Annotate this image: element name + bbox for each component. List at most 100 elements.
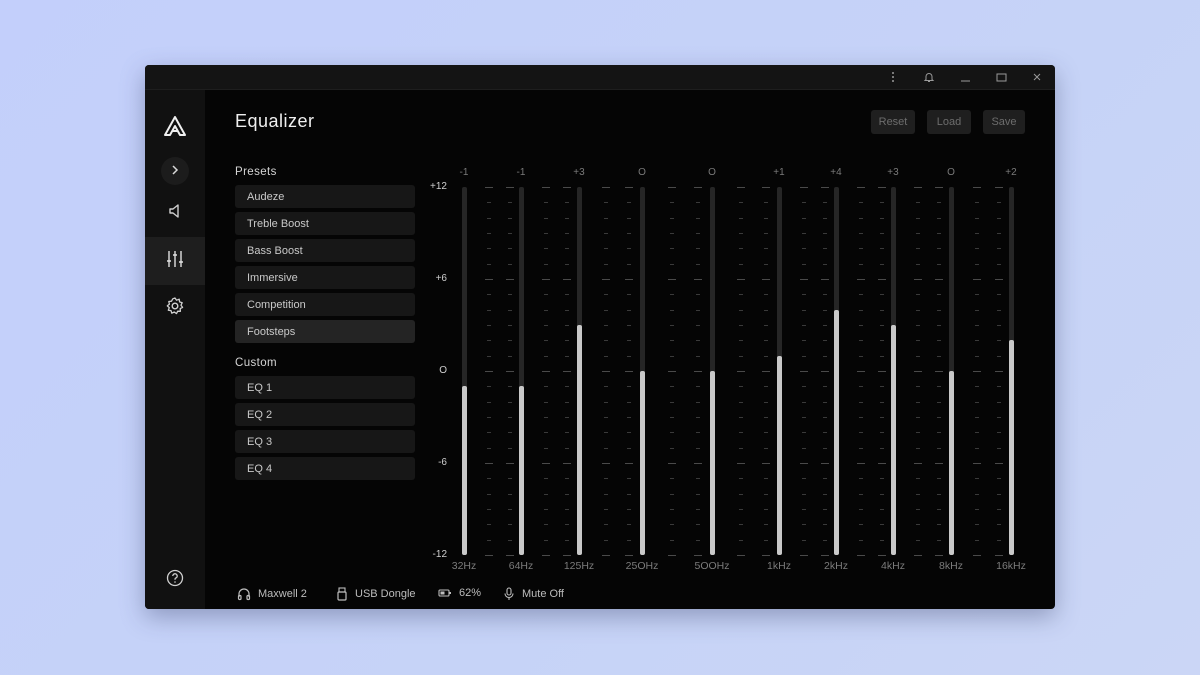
headphones-icon	[237, 588, 251, 601]
expand-sidebar-button[interactable]	[161, 157, 189, 185]
scale-ticks	[736, 187, 745, 556]
band-slider-125hz[interactable]	[577, 187, 582, 555]
load-button[interactable]: Load	[927, 110, 971, 134]
preset-bass-boost[interactable]: Bass Boost	[235, 239, 415, 262]
band-slider-fill[interactable]	[640, 371, 645, 555]
preset-competition[interactable]: Competition	[235, 293, 415, 316]
band-slider-32hz[interactable]	[462, 187, 467, 555]
scale-ticks	[856, 187, 865, 556]
y-axis-label: O	[439, 365, 447, 376]
page-title: Equalizer	[235, 111, 315, 131]
band-gain-value: +4	[830, 167, 842, 178]
band-slider-fill[interactable]	[891, 325, 896, 555]
band-slider-fill[interactable]	[519, 386, 524, 555]
band-gain-value: +3	[887, 167, 899, 178]
close-icon[interactable]	[1022, 65, 1052, 89]
scale-ticks	[602, 187, 611, 556]
custom-eq-3[interactable]: EQ 3	[235, 430, 415, 453]
minimize-icon[interactable]	[950, 65, 980, 89]
custom-eq-1[interactable]: EQ 1	[235, 376, 415, 399]
usb-dongle-icon	[337, 587, 347, 601]
band-slider-fill[interactable]	[834, 309, 839, 555]
custom-eq-2[interactable]: EQ 2	[235, 403, 415, 426]
sidebar-item-sound[interactable]	[145, 196, 205, 230]
band-slider-fill[interactable]	[710, 371, 715, 555]
maximize-icon[interactable]	[986, 65, 1016, 89]
status-connection: USB Dongle	[336, 587, 416, 601]
scale-ticks	[563, 187, 572, 556]
band-frequency-label: 64Hz	[508, 560, 534, 572]
scale-ticks	[668, 187, 677, 556]
band-slider-16khz[interactable]	[1009, 187, 1014, 555]
speaker-icon	[166, 202, 184, 225]
band-slider-2khz[interactable]	[834, 187, 839, 555]
scale-ticks	[935, 187, 944, 556]
preset-footsteps[interactable]: Footsteps	[235, 320, 415, 343]
scale-ticks	[995, 187, 1003, 556]
preset-immersive[interactable]: Immersive	[235, 266, 415, 289]
preset-audeze[interactable]: Audeze	[235, 185, 415, 208]
band-slider-4khz[interactable]	[891, 187, 896, 555]
band-gain-value: -1	[516, 167, 526, 178]
scale-ticks	[761, 187, 770, 556]
band-gain-value: O	[638, 167, 646, 178]
band-frequency-label: 2kHz	[824, 560, 848, 572]
status-mic: Mute Off	[503, 587, 564, 601]
more-vertical-icon[interactable]	[878, 65, 908, 89]
sidebar-item-help[interactable]	[145, 568, 205, 592]
band-frequency-label: 5OOHz	[694, 560, 730, 572]
app-logo-icon[interactable]	[145, 110, 205, 142]
custom-heading: Custom	[235, 357, 278, 369]
scale-ticks	[913, 187, 922, 556]
reset-button[interactable]: Reset	[871, 110, 915, 134]
question-icon	[166, 569, 184, 592]
mic-status: Mute Off	[522, 588, 564, 600]
scale-ticks	[541, 187, 550, 556]
status-headset: Maxwell 2	[237, 587, 307, 601]
bell-icon[interactable]	[914, 65, 944, 89]
headset-name: Maxwell 2	[258, 588, 307, 600]
band-slider-fill[interactable]	[949, 371, 954, 555]
band-slider-fill[interactable]	[577, 325, 582, 555]
microphone-icon	[504, 587, 514, 600]
gear-icon	[165, 296, 185, 321]
sidebar-item-equalizer[interactable]	[145, 237, 205, 285]
scale-ticks	[625, 187, 634, 556]
band-frequency-label: 25OHz	[625, 560, 659, 572]
scale-ticks	[484, 187, 493, 556]
battery-icon	[438, 589, 451, 597]
titlebar	[145, 65, 1055, 90]
band-slider-25ohz[interactable]	[640, 187, 645, 555]
scale-ticks	[972, 187, 981, 556]
band-gain-value: +1	[773, 167, 785, 178]
y-axis-label: +6	[435, 273, 447, 284]
sidebar	[145, 90, 205, 609]
band-slider-64hz[interactable]	[519, 187, 524, 555]
band-slider-5oohz[interactable]	[710, 187, 715, 555]
custom-eq-4[interactable]: EQ 4	[235, 457, 415, 480]
band-frequency-label: 1kHz	[767, 560, 791, 572]
y-axis-label: +12	[430, 181, 447, 192]
band-slider-8khz[interactable]	[949, 187, 954, 555]
band-frequency-label: 32Hz	[451, 560, 477, 572]
scale-ticks	[799, 187, 808, 556]
band-slider-fill[interactable]	[777, 355, 782, 555]
scale-ticks	[505, 187, 514, 556]
band-slider-fill[interactable]	[462, 386, 467, 555]
connection-type: USB Dongle	[355, 588, 416, 600]
status-battery: 62%	[438, 587, 481, 599]
band-slider-fill[interactable]	[1009, 340, 1014, 555]
scale-ticks	[877, 187, 886, 556]
scale-ticks	[820, 187, 829, 556]
sidebar-item-settings[interactable]	[145, 291, 205, 325]
band-gain-value: -1	[459, 167, 469, 178]
band-frequency-label: 16kHz	[996, 560, 1026, 572]
band-frequency-label: 4kHz	[881, 560, 905, 572]
band-gain-value: O	[947, 167, 955, 178]
save-button[interactable]: Save	[983, 110, 1025, 134]
app-window: Equalizer Reset Load Save Presets Audeze…	[145, 65, 1055, 609]
band-gain-value: +2	[1005, 167, 1017, 178]
scale-ticks	[694, 187, 702, 556]
band-slider-1khz[interactable]	[777, 187, 782, 555]
preset-treble-boost[interactable]: Treble Boost	[235, 212, 415, 235]
